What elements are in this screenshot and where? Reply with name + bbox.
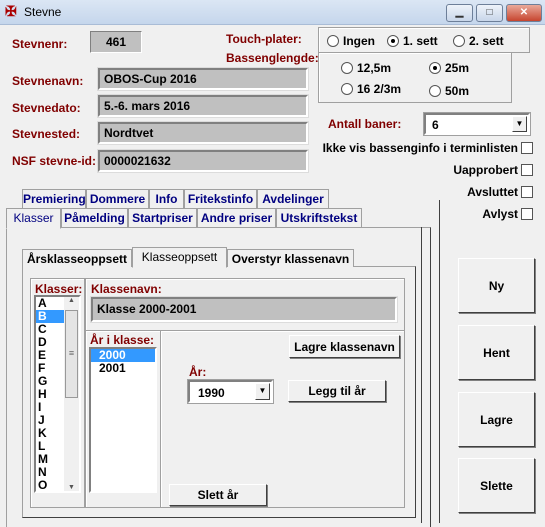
scroll-down-icon[interactable]: ▼ (64, 484, 79, 491)
klasser-label: Klasser: (35, 282, 83, 296)
tab-row-1: Premiering Dommere Info Fritekstinfo Avd… (0, 189, 440, 209)
basseng-radio-16-2-3[interactable]: 16 2/3m (341, 82, 401, 96)
maximize-button[interactable]: □ (476, 4, 503, 22)
tab-premiering[interactable]: Premiering (22, 189, 86, 208)
baner-select[interactable]: 6 ▼ (423, 112, 531, 136)
hent-button[interactable]: Hent (458, 325, 535, 380)
subtab-overstyr[interactable]: Overstyr klassenavn (227, 249, 354, 267)
klasser-listbox[interactable]: ABCDEFGHIJKLMNO ▲ ≡ ▼ (34, 295, 81, 493)
stevnenavn-input[interactable]: OBOS-Cup 2016 (97, 67, 309, 91)
ar-i-klasse-listbox[interactable]: 2000 2001 (89, 347, 157, 493)
divider (421, 227, 422, 523)
tab-row-2: Klasser Påmelding Startpriser Andre pris… (0, 208, 440, 229)
touch-group: Ingen 1. sett 2. sett (318, 27, 530, 53)
close-icon: ✕ (519, 7, 529, 18)
checkbox-avlyst[interactable]: Avlyst (482, 207, 533, 221)
maximize-icon: □ (486, 7, 493, 18)
checkbox-avsluttet[interactable]: Avsluttet (467, 185, 533, 199)
klassenavn-input[interactable]: Klasse 2000-2001 (90, 296, 398, 323)
slett-ar-button[interactable]: Slett år (169, 484, 267, 506)
nsf-id-label: NSF stevne-id: (12, 154, 97, 168)
window-title: Stevne (24, 5, 62, 19)
checkbox-ikke-vis[interactable]: Ikke vis bassenginfo i terminlisten (323, 141, 533, 155)
minimize-button[interactable]: ▁ (446, 4, 473, 22)
stevnedato-input[interactable]: 5.-6. mars 2016 (97, 94, 309, 118)
touch-radio-1-sett[interactable]: 1. sett (387, 34, 438, 48)
radio-checked-icon (387, 35, 399, 47)
chevron-down-icon[interactable]: ▼ (512, 116, 527, 132)
divider (439, 200, 440, 523)
stevnested-input[interactable]: Nordtvet (97, 121, 309, 145)
tab-utskriftstekst[interactable]: Utskriftstekst (276, 208, 362, 227)
radio-icon (341, 62, 353, 74)
ar-i-klasse-label: År i klasse: (90, 333, 155, 347)
checkbox-icon (521, 164, 533, 176)
app-logo-icon: ✠ (5, 3, 17, 19)
list-item[interactable]: 2001 (91, 362, 155, 375)
scroll-thumb[interactable]: ≡ (65, 310, 78, 398)
tab-info[interactable]: Info (149, 189, 184, 208)
scrollbar[interactable]: ▲ ≡ ▼ (64, 297, 79, 491)
radio-icon (453, 35, 465, 47)
scroll-up-icon[interactable]: ▲ (64, 297, 79, 304)
ar-select[interactable]: 1990 ▼ (187, 379, 274, 404)
slette-button[interactable]: Slette (458, 458, 535, 513)
ar-label: År: (189, 365, 207, 379)
basseng-radio-50[interactable]: 50m (429, 84, 469, 98)
stevnenr-label: Stevnenr: (12, 37, 68, 51)
basseng-radio-12-5[interactable]: 12,5m (341, 61, 391, 75)
tab-startpriser[interactable]: Startpriser (128, 208, 197, 227)
touch-radio-2-sett[interactable]: 2. sett (453, 34, 504, 48)
basseng-group: 12,5m 25m 16 2/3m 50m (318, 52, 512, 103)
stevnested-label: Stevnested: (12, 127, 81, 141)
checkbox-icon (521, 142, 533, 154)
radio-icon (341, 83, 353, 95)
title-bar: ✠ Stevne ▁ □ ✕ (0, 0, 545, 25)
stevnenavn-label: Stevnenavn: (12, 74, 84, 88)
baner-label: Antall baner: (328, 117, 402, 131)
ny-button[interactable]: Ny (458, 258, 535, 313)
close-button[interactable]: ✕ (506, 4, 542, 22)
klassenavn-label: Klassenavn: (91, 282, 162, 296)
lagre-button[interactable]: Lagre (458, 392, 535, 447)
radio-icon (327, 35, 339, 47)
checkbox-icon (521, 186, 533, 198)
checkbox-uapprobert[interactable]: Uapprobert (453, 163, 533, 177)
legg-til-ar-button[interactable]: Legg til år (288, 380, 386, 402)
tab-fritekstinfo[interactable]: Fritekstinfo (184, 189, 257, 208)
subtab-arsklasseoppsett[interactable]: Årsklasseoppsett (22, 249, 132, 267)
minimize-icon: ▁ (455, 7, 464, 18)
basseng-label: Bassenglengde: (226, 51, 319, 65)
tab-dommere[interactable]: Dommere (86, 189, 149, 208)
tab-avdelinger[interactable]: Avdelinger (257, 189, 329, 208)
tab-pamelding[interactable]: Påmelding (61, 208, 128, 227)
stevnenr-value: 461 (90, 31, 142, 53)
subtab-klasseoppsett[interactable]: Klasseoppsett (132, 247, 227, 268)
touch-radio-ingen[interactable]: Ingen (327, 34, 375, 48)
subtab-row: Årsklasseoppsett Klasseoppsett Overstyr … (0, 247, 420, 268)
nsf-id-input[interactable]: 0000021632 (97, 149, 309, 173)
radio-checked-icon (429, 62, 441, 74)
chevron-down-icon[interactable]: ▼ (255, 383, 270, 400)
tab-klasser[interactable]: Klasser (6, 208, 61, 229)
lagre-klassenavn-button[interactable]: Lagre klassenavn (289, 335, 400, 358)
touch-label: Touch-plater: (226, 32, 302, 46)
list-item[interactable]: O (36, 479, 64, 492)
checkbox-icon (521, 208, 533, 220)
tab-andre-priser[interactable]: Andre priser (197, 208, 276, 227)
stevnedato-label: Stevnedato: (12, 101, 81, 115)
radio-icon (429, 85, 441, 97)
basseng-radio-25[interactable]: 25m (429, 61, 469, 75)
